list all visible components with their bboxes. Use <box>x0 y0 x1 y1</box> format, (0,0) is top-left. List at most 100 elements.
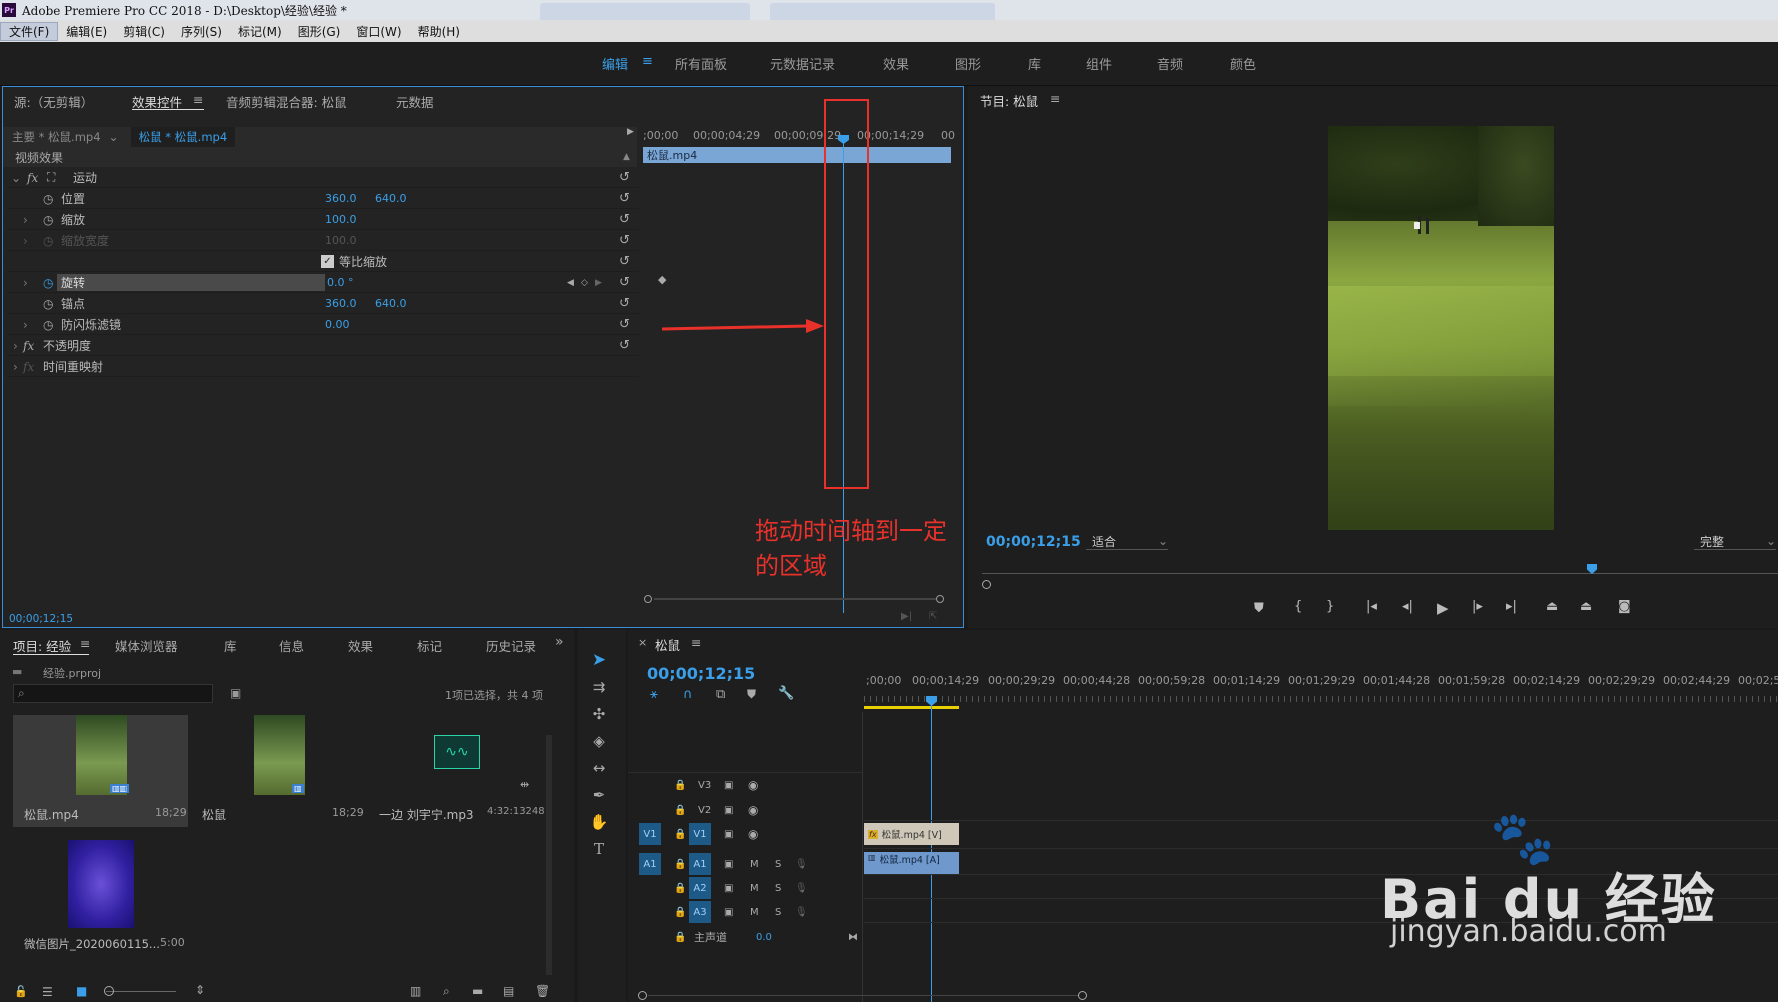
more-tabs-icon[interactable]: » <box>555 634 564 650</box>
anchor-y-value[interactable]: 640.0 <box>375 297 407 310</box>
next-keyframe-icon[interactable]: ▶ <box>595 278 602 288</box>
reset-icon[interactable]: ↺ <box>619 212 630 227</box>
fit-dropdown[interactable]: 适合 ⌄ <box>1086 533 1168 550</box>
workspace-graphics[interactable]: 图形 <box>955 54 981 73</box>
ripple-edit-tool-icon[interactable]: ✣ <box>588 703 610 725</box>
quality-dropdown[interactable]: 完整 ⌄ <box>1694 533 1776 550</box>
menu-window[interactable]: 窗口(W) <box>348 23 409 40</box>
trash-icon[interactable]: 🗑 <box>535 984 550 998</box>
chevron-right-icon[interactable]: › <box>7 360 23 374</box>
project-item[interactable]: ∿∿ ⇹ 一边 刘宇宁.mp3 4:32:13248 <box>368 715 545 827</box>
nest-snap-icon[interactable]: ⚹ <box>650 687 658 702</box>
workspace-effects[interactable]: 效果 <box>883 54 909 73</box>
type-tool-icon[interactable]: T <box>588 838 610 860</box>
stopwatch-active-icon[interactable]: ◷ <box>43 276 57 290</box>
track-header-a3[interactable]: 🔒 A3 ▣ M S 🎙 <box>628 900 862 924</box>
stopwatch-icon[interactable]: ◷ <box>43 318 57 332</box>
sync-lock-icon[interactable]: ▣ <box>724 805 733 816</box>
track-select-tool-icon[interactable]: ⇉ <box>588 676 610 698</box>
chevron-right-icon[interactable]: › <box>7 339 23 353</box>
stopwatch-icon[interactable]: ◷ <box>43 192 57 206</box>
add-keyframe-icon[interactable]: ◇ <box>581 278 588 288</box>
track-target-a3[interactable]: A3 <box>689 901 711 923</box>
lock-icon[interactable]: 🔓 <box>14 985 28 998</box>
sync-lock-icon[interactable]: ▣ <box>724 829 733 840</box>
tab-media-browser[interactable]: 媒体浏览器 <box>115 636 178 655</box>
project-scrollbar[interactable] <box>546 735 552 975</box>
panel-menu-icon[interactable]: ≡ <box>80 636 90 651</box>
step-forward-icon[interactable]: |▸ <box>1472 599 1483 614</box>
sync-lock-icon[interactable]: ▣ <box>724 780 733 791</box>
project-item[interactable]: 微信图片_2020060115... 5:00 <box>13 840 188 952</box>
collapse-up-icon[interactable]: ▲ <box>623 152 630 162</box>
go-to-out-icon[interactable]: ▸| <box>1506 599 1517 614</box>
menu-graphics[interactable]: 图形(G) <box>290 23 349 40</box>
eye-icon[interactable]: ◉ <box>748 827 758 841</box>
scroll-track[interactable] <box>654 598 936 600</box>
project-search-input[interactable]: ⌕ <box>13 684 213 703</box>
scale-value[interactable]: 100.0 <box>325 213 357 226</box>
track-target-a2[interactable]: A2 <box>689 877 711 899</box>
panel-menu-icon[interactable]: ≡ <box>1050 91 1060 106</box>
program-title[interactable]: 节目: 松鼠 <box>980 91 1038 110</box>
chevron-down-icon[interactable]: ⌄ <box>109 130 119 144</box>
step-back-icon[interactable]: ◂| <box>1402 599 1413 614</box>
position-x-value[interactable]: 360.0 <box>325 192 375 205</box>
sync-lock-icon[interactable]: ▣ <box>724 883 733 894</box>
track-header-a2[interactable]: 🔒 A2 ▣ M S 🎙 <box>628 876 862 900</box>
lock-icon[interactable]: 🔒 <box>674 932 686 943</box>
property-row-flicker[interactable]: › ◷ 防闪烁滤镜 0.00 ↺ <box>7 315 639 335</box>
audio-clip[interactable]: ▥ 松鼠.mp4 [A] <box>864 852 959 874</box>
microphone-icon[interactable]: 🎙 <box>795 907 808 918</box>
sort-icon[interactable]: ⇕ <box>195 983 205 997</box>
source-patch-a1[interactable]: A1 <box>639 853 661 875</box>
lock-icon[interactable]: 🔒 <box>674 883 686 894</box>
flicker-value[interactable]: 0.00 <box>325 318 350 331</box>
export-frame-camera-icon[interactable]: ◙ <box>1618 599 1631 614</box>
wrench-settings-icon[interactable]: 🔧 <box>778 686 794 701</box>
tab-project[interactable]: 项目: 经验 <box>13 636 71 655</box>
property-row-anchor[interactable]: ◷ 锚点 360.0 640.0 ↺ <box>7 294 639 314</box>
timeline-scroll-left[interactable] <box>638 991 647 1000</box>
timeline-scroll-right[interactable] <box>1078 991 1087 1000</box>
zoom-slider-handle[interactable] <box>104 986 114 996</box>
mute-button[interactable]: M <box>750 859 759 870</box>
workspace-menu-icon[interactable]: ≡ <box>642 54 653 69</box>
position-y-value[interactable]: 640.0 <box>375 192 407 205</box>
lock-icon[interactable]: 🔒 <box>674 859 686 870</box>
eye-icon[interactable]: ◉ <box>748 803 758 817</box>
chevron-right-icon[interactable]: › <box>7 213 33 227</box>
play-right-icon[interactable]: ▶ <box>627 127 634 137</box>
icon-view-icon[interactable]: ■ <box>76 984 87 998</box>
property-row-scale[interactable]: › ◷ 缩放 100.0 ↺ <box>7 210 639 230</box>
track-target-v1[interactable]: V1 <box>689 823 711 845</box>
microphone-icon[interactable]: 🎙 <box>795 859 808 870</box>
stopwatch-icon[interactable]: ◷ <box>43 297 57 311</box>
export-icon[interactable]: ⇱ <box>929 611 937 622</box>
track-header-v3[interactable]: 🔒 V3 ▣ ◉ <box>628 773 862 797</box>
menu-marker[interactable]: 标记(M) <box>230 23 290 40</box>
workspace-libraries[interactable]: 库 <box>1028 54 1041 73</box>
solo-button[interactable]: S <box>775 883 781 894</box>
video-preview-frame[interactable] <box>1328 126 1554 530</box>
fx-icon[interactable]: fx <box>23 339 43 353</box>
new-bin-search-icon[interactable]: ▣ <box>230 686 241 700</box>
track-header-v1[interactable]: V1 🔒 V1 ▣ ◉ <box>628 822 862 846</box>
effect-row-opacity[interactable]: › fx 不透明度 ↺ <box>7 336 639 356</box>
work-area-bar[interactable] <box>864 706 959 709</box>
workspace-audio[interactable]: 音频 <box>1157 54 1183 73</box>
effect-timecode[interactable]: 00;00;12;15 <box>9 613 73 625</box>
menu-edit[interactable]: 编辑(E) <box>58 23 115 40</box>
add-marker-icon[interactable]: ⛊ <box>747 687 756 702</box>
reset-icon[interactable]: ↺ <box>619 254 630 269</box>
microphone-icon[interactable]: 🎙 <box>795 883 808 894</box>
solo-button[interactable]: S <box>775 907 781 918</box>
automate-icon[interactable]: ▥ <box>410 984 421 998</box>
tab-history[interactable]: 历史记录 <box>486 636 536 655</box>
play-icon[interactable]: ▶ <box>1437 599 1449 617</box>
mute-button[interactable]: M <box>750 907 759 918</box>
list-view-icon[interactable]: ☰ <box>42 985 53 999</box>
menu-help[interactable]: 帮助(H) <box>410 23 468 40</box>
workspace-all-panels[interactable]: 所有面板 <box>675 54 727 73</box>
tab-libraries[interactable]: 库 <box>224 636 237 655</box>
